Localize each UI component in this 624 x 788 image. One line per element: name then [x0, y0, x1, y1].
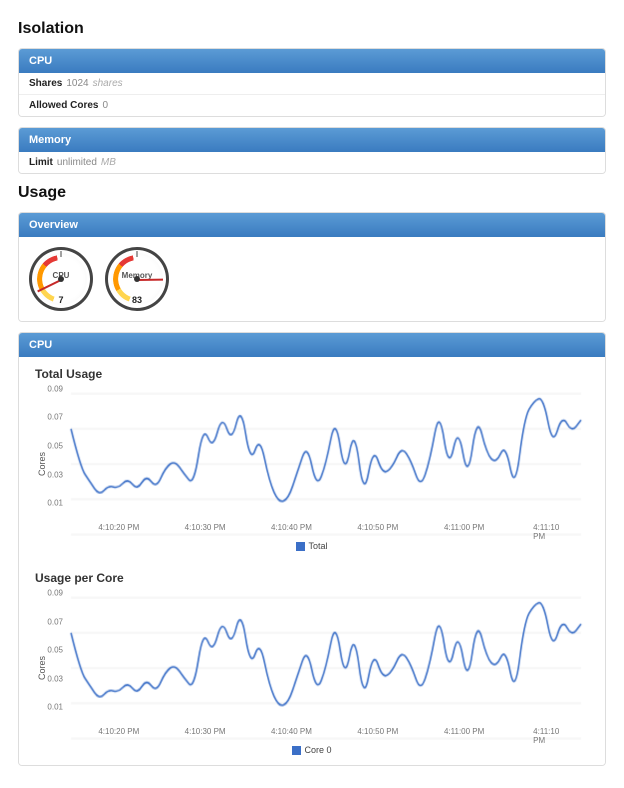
memory-limit-value: unlimited — [57, 157, 97, 168]
overview-header: Overview — [19, 213, 605, 237]
chart-total-canvas — [67, 389, 585, 539]
cpu-allowed-cores-value: 0 — [102, 100, 108, 111]
memory-gauge: Memory 83 — [105, 247, 169, 311]
isolation-heading: Isolation — [18, 20, 606, 38]
cpu-allowed-cores-row: Allowed Cores 0 — [19, 94, 605, 116]
isolation-cpu-header: CPU — [19, 49, 605, 73]
isolation-memory-panel: Memory Limit unlimited MB — [18, 127, 606, 174]
cpu-gauge-value: 7 — [29, 295, 93, 305]
overview-panel: Overview CPU 7 Memory 83 — [18, 212, 606, 322]
usage-cpu-panel: CPU Total Usage Cores 0.010.030.050.070.… — [18, 332, 606, 766]
chart-total-usage: Total Usage Cores 0.010.030.050.070.09 4… — [19, 357, 605, 561]
memory-limit-label: Limit — [29, 157, 53, 168]
chart-percore-title: Usage per Core — [35, 571, 591, 585]
memory-limit-unit: MB — [101, 157, 116, 168]
chart-percore-canvas — [67, 593, 585, 743]
cpu-gauge: CPU 7 — [29, 247, 93, 311]
usage-heading: Usage — [18, 184, 606, 202]
cpu-allowed-cores-label: Allowed Cores — [29, 100, 98, 111]
memory-gauge-value: 83 — [105, 295, 169, 305]
usage-cpu-header: CPU — [19, 333, 605, 357]
cpu-shares-unit: shares — [93, 78, 123, 89]
chart-usage-per-core: Usage per Core Cores 0.010.030.050.070.0… — [19, 561, 605, 765]
chart-percore-legend: Core 0 — [33, 745, 591, 755]
cpu-shares-value: 1024 — [66, 78, 88, 89]
isolation-memory-header: Memory — [19, 128, 605, 152]
chart-total-title: Total Usage — [35, 367, 591, 381]
memory-limit-row: Limit unlimited MB — [19, 152, 605, 173]
legend-swatch-icon — [292, 746, 301, 755]
legend-swatch-icon — [296, 542, 305, 551]
cpu-shares-label: Shares — [29, 78, 62, 89]
isolation-cpu-panel: CPU Shares 1024 shares Allowed Cores 0 — [18, 48, 606, 117]
chart-total-legend: Total — [33, 541, 591, 551]
cpu-shares-row: Shares 1024 shares — [19, 73, 605, 94]
